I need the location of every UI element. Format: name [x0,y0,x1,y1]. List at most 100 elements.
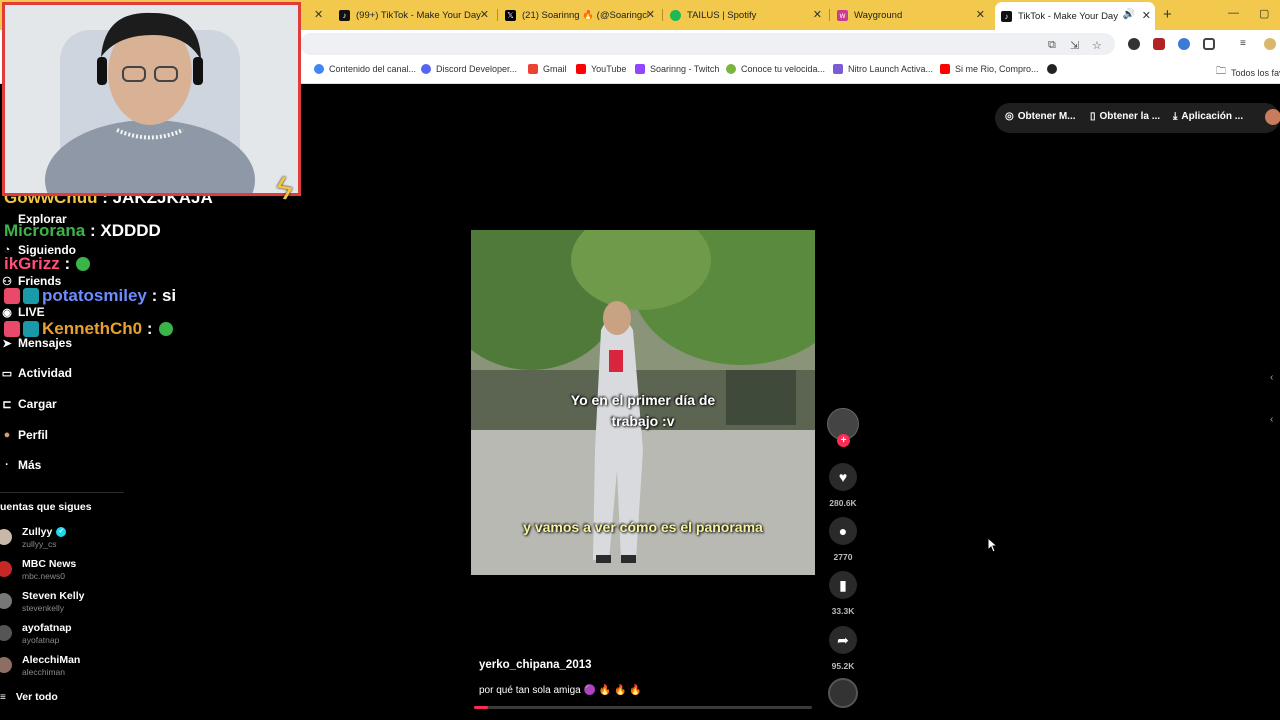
close-icon[interactable]: ✕ [480,8,489,21]
maximize-icon[interactable]: ▢ [1259,7,1269,20]
nav-label: Cargar [18,397,57,411]
bookmark-item[interactable]: Contenido del canal... [314,64,416,74]
tab-wayground[interactable]: w Wayground ✕ [831,4,989,26]
x-icon: 𝕏 [505,9,516,21]
account-handle: zullyy_cs [22,539,57,549]
tab-tiktok-active[interactable]: ♪ TikTok - Make Your Day 🔊 ✕ [995,2,1155,30]
chevron-down-icon[interactable]: ‹ [1270,414,1280,432]
speaker-icon[interactable]: 🔊 [1123,9,1135,20]
bookmark-item[interactable] [1047,64,1062,74]
comment-button[interactable]: ● [829,517,857,545]
nav-label: Perfil [18,428,49,442]
nav-upload[interactable]: ⊏ Cargar [0,397,57,411]
new-tab-button[interactable]: + [1163,6,1172,23]
tab-label: TAILUS | Spotify [687,9,757,21]
upload-icon: ⊏ [2,398,12,411]
tab-tiktok-1[interactable]: ♪ (99+) TikTok - Make Your Day ✕ [333,4,493,26]
nav-label: Actividad [18,366,73,380]
button-label: Obtener M... [1017,111,1076,122]
video-player[interactable]: Yo en el primer día de trabajo :v y vamo… [471,230,815,575]
account-item[interactable]: Steven Kelly stevenkelly [0,590,130,618]
tab-label: Wayground [854,9,903,21]
account-item[interactable]: ayofatnap ayofatnap [0,622,130,650]
spotify-icon [670,9,681,21]
nav-profile[interactable]: ● Perfil [0,428,48,442]
chevron-up-icon[interactable]: ‹ [1270,372,1280,390]
bookmark-item[interactable]: Conoce tu velocida... [726,64,825,74]
get-coins-button[interactable]: ◎ Obtener M... [1005,111,1076,122]
avatar[interactable] [1265,109,1280,125]
bookmark-item[interactable]: Nitro Launch Activa... [833,64,933,74]
star-icon[interactable]: ☆ [1092,39,1102,52]
webcam-overlay [2,2,301,196]
see-all-label: Ver todo [15,691,58,703]
account-name: Zullyy ✓ [22,526,67,538]
bookmark-label: Si me Rio, Compro... [955,64,1039,74]
desktop-app-button[interactable]: ⤓ Aplicación ... [1173,111,1243,122]
url-input[interactable]: ⧉ ⇲ ☆ [300,33,1115,55]
badge-icon [23,288,39,304]
extension-icon[interactable] [1153,38,1165,50]
account-item[interactable]: MBC News mbc.news0 [0,558,130,586]
account-name: AlecchiMan [22,654,81,666]
tab-x[interactable]: 𝕏 (21) Soarinng 🔥 (@Soaringch ✕ [499,4,659,26]
close-icon[interactable]: ✕ [976,8,985,21]
nav-more[interactable]: · Más [0,458,41,472]
account-item[interactable]: Zullyy ✓ zullyy_cs [0,526,130,554]
profile-avatar[interactable] [1264,38,1276,50]
more-icon: · [5,459,9,471]
install-app-icon[interactable]: ⇲ [1070,39,1079,52]
google-icon [314,64,324,74]
follow-button[interactable]: + [837,434,850,447]
extension-icon[interactable] [1178,38,1190,50]
save-count: 33.3K [831,606,855,616]
chat-message: KennethCh0 : [4,319,173,339]
bookmark-item[interactable]: YouTube [576,64,626,74]
avatar [0,625,12,641]
minimize-icon[interactable]: — [1228,7,1239,19]
chat-message: ikGrizz : [4,254,91,274]
all-bookmarks-label: Todos los fav [1231,67,1280,78]
divider [0,492,124,493]
save-button[interactable]: ▮ [829,571,857,599]
progress-fill [474,706,488,709]
like-count: 280.6K [829,498,857,508]
video-author[interactable]: yerko_chipana_2013 [479,659,592,671]
close-icon[interactable]: ✕ [314,8,323,21]
tab-spotify[interactable]: TAILUS | Spotify ✕ [664,4,826,26]
account-name: Steven Kelly [22,590,85,602]
chat-message: potatosmiley : si [4,286,176,306]
media-control-icon[interactable]: ≡ [1240,38,1252,50]
chat-text: : [146,319,153,338]
avatar [0,593,12,609]
extension-icon[interactable] [1128,38,1140,50]
get-app-button[interactable]: ▯ Obtener la ... [1090,111,1160,122]
account-name: MBC News [22,558,77,570]
close-icon[interactable]: ✕ [1142,9,1151,22]
all-bookmarks[interactable]: 🗀 Todos los fav [1216,64,1280,81]
bookmark-item[interactable]: Si me Rio, Compro... [940,64,1039,74]
account-item[interactable]: AlecchiMan alecchiman [0,654,130,682]
close-icon[interactable]: ✕ [646,8,655,21]
bookmark-item[interactable]: Gmail [528,64,567,74]
bookmark-item[interactable]: Soarinng - Twitch [635,64,719,74]
discord-icon [421,64,431,74]
twitch-icon [635,64,645,74]
like-button[interactable]: ♥ [829,463,857,491]
video-progress-bar[interactable] [474,706,812,709]
close-icon[interactable]: ✕ [813,8,822,21]
comment-icon: ● [838,523,848,539]
coin-icon: ◎ [1005,111,1014,122]
translate-icon[interactable]: ⧉ [1048,39,1056,52]
share-icon: ➦ [837,631,849,648]
tab-label: (21) Soarinng 🔥 (@Soaringch [522,9,648,21]
nav-activity[interactable]: ▭ Actividad [0,366,72,380]
puzzle-icon[interactable] [1203,38,1215,50]
music-disc[interactable] [828,678,858,708]
chat-text: : si [151,286,177,305]
nav-live[interactable]: ◉ LIVE [0,305,44,319]
share-button[interactable]: ➦ [829,626,857,654]
see-all-link[interactable]: ≡ Ver todo [0,691,58,703]
bookmark-item[interactable]: Discord Developer... [421,64,517,74]
video-subtitle: y vamos a ver cómo es el panorama [523,519,763,535]
